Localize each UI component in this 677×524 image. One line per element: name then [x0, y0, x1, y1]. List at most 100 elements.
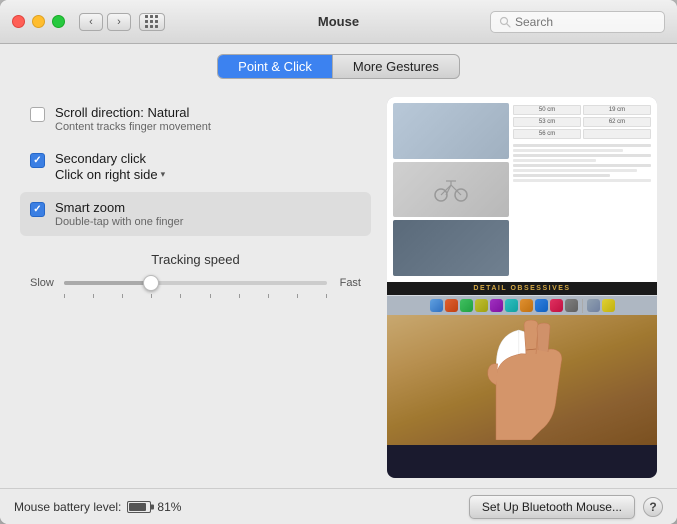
dock-separator — [582, 299, 583, 313]
website-body: 50 cm 19 cm 53 cm 62 cm 56 cm — [387, 97, 657, 282]
grid-view-button[interactable] — [139, 13, 165, 31]
search-icon — [499, 16, 511, 28]
web-text-line — [513, 164, 651, 167]
search-input[interactable] — [515, 15, 656, 29]
secondary-click-text: Secondary click Click on right side ▾ — [55, 151, 361, 182]
tick — [326, 294, 327, 298]
tick — [64, 294, 65, 298]
bike-icon — [431, 177, 471, 202]
tab-more-gestures[interactable]: More Gestures — [333, 55, 459, 78]
web-left-col — [393, 103, 509, 276]
slider-slow-label: Slow — [30, 277, 56, 289]
dock-icon-app9 — [565, 299, 578, 312]
maximize-button[interactable]: + — [52, 15, 65, 28]
smart-zoom-checkbox[interactable]: ✓ — [30, 202, 45, 217]
tick — [297, 294, 298, 298]
tick — [93, 294, 94, 298]
dock-icon-app6 — [520, 299, 533, 312]
detail-banner: DETAIL OBSESSIVES — [387, 282, 657, 295]
secondary-click-checkbox[interactable]: ✓ — [30, 153, 45, 168]
battery-label: Mouse battery level: — [14, 500, 121, 514]
tick — [180, 294, 181, 298]
dock-icon-app5 — [505, 299, 518, 312]
secondary-click-subtitle: Click on right side ▾ — [55, 167, 361, 182]
tracking-label: Tracking speed — [30, 252, 361, 267]
traffic-lights: ✕ − + — [12, 15, 65, 28]
tick — [210, 294, 211, 298]
dock-icon-app3 — [475, 299, 488, 312]
web-number-cell: 50 cm — [513, 105, 581, 115]
scroll-direction-title: Scroll direction: Natural — [55, 105, 361, 120]
status-bar: Mouse battery level: 81% Set Up Bluetoot… — [0, 488, 677, 524]
tabs-bar: Point & Click More Gestures — [0, 44, 677, 85]
slider-fast-label: Fast — [335, 277, 361, 289]
checkbox-checkmark: ✓ — [33, 155, 41, 166]
bluetooth-setup-button[interactable]: Set Up Bluetooth Mouse... — [469, 495, 635, 519]
smart-zoom-row: ✓ Smart zoom Double-tap with one finger — [20, 192, 371, 236]
back-button[interactable]: ‹ — [79, 13, 103, 31]
web-right-col: 50 cm 19 cm 53 cm 62 cm 56 cm — [513, 103, 651, 276]
secondary-click-row: ✓ Secondary click Click on right side ▾ — [20, 143, 371, 190]
chevron-down-icon: ▾ — [161, 169, 166, 180]
smart-zoom-subtitle: Double-tap with one finger — [55, 216, 361, 228]
dock-icon-app10 — [587, 299, 600, 312]
tick — [239, 294, 240, 298]
system-preferences-window: ✕ − + ‹ › Mouse Point & Click — [0, 0, 677, 524]
hand-svg — [466, 320, 606, 440]
secondary-click-dropdown[interactable]: Click on right side ▾ — [55, 167, 165, 182]
slider-ticks-row — [30, 291, 361, 298]
web-text-line — [513, 174, 610, 177]
web-image-2 — [393, 162, 509, 218]
left-panel: Scroll direction: Natural Content tracks… — [20, 97, 371, 478]
dock-bar — [387, 295, 657, 315]
smart-zoom-title: Smart zoom — [55, 200, 361, 215]
tracking-slider-thumb[interactable] — [143, 275, 159, 291]
web-text-line — [513, 149, 623, 152]
web-text-line — [513, 144, 651, 147]
checkbox-checkmark: ✓ — [33, 204, 41, 215]
battery-fill — [129, 503, 145, 511]
hand-illustration — [466, 320, 606, 445]
smart-zoom-text: Smart zoom Double-tap with one finger — [55, 200, 361, 228]
dock-icon-finder — [430, 299, 443, 312]
web-text-line — [513, 154, 651, 157]
close-button[interactable]: ✕ — [12, 15, 25, 28]
preview-bottom — [387, 315, 657, 445]
scroll-direction-row: Scroll direction: Natural Content tracks… — [20, 97, 371, 141]
search-box[interactable] — [490, 11, 665, 33]
web-number-cell: 62 cm — [583, 117, 651, 127]
grid-icon — [145, 15, 159, 29]
web-text-line — [513, 159, 596, 162]
web-number-cell: 56 cm — [513, 129, 581, 139]
dock-icon-app7 — [535, 299, 548, 312]
preview-panel: 50 cm 19 cm 53 cm 62 cm 56 cm — [387, 97, 657, 478]
secondary-click-title: Secondary click — [55, 151, 361, 166]
dock-icon-app1 — [445, 299, 458, 312]
minimize-button[interactable]: − — [32, 15, 45, 28]
website-mock: 50 cm 19 cm 53 cm 62 cm 56 cm — [387, 97, 657, 295]
battery-percent: 81% — [157, 500, 181, 514]
web-number-cell: 19 cm — [583, 105, 651, 115]
web-image-3 — [393, 220, 509, 276]
tab-point-click[interactable]: Point & Click — [218, 55, 333, 78]
titlebar: ✕ − + ‹ › Mouse — [0, 0, 677, 44]
web-numbers-grid: 50 cm 19 cm 53 cm 62 cm 56 cm — [513, 105, 651, 139]
battery-icon — [127, 501, 151, 513]
forward-button[interactable]: › — [107, 13, 131, 31]
dock-icon-app11 — [602, 299, 615, 312]
status-buttons: Set Up Bluetooth Mouse... ? — [469, 495, 663, 519]
window-title: Mouse — [318, 14, 359, 29]
tracking-slider-track — [64, 281, 327, 285]
main-content: Scroll direction: Natural Content tracks… — [0, 85, 677, 488]
battery-section: Mouse battery level: 81% — [14, 500, 181, 514]
tabs-wrapper: Point & Click More Gestures — [217, 54, 460, 79]
dock-icon-app4 — [490, 299, 503, 312]
slider-container: Slow Fast — [30, 277, 361, 289]
scroll-direction-subtitle: Content tracks finger movement — [55, 121, 361, 133]
web-text-line — [513, 169, 637, 172]
tick — [122, 294, 123, 298]
help-button[interactable]: ? — [643, 497, 663, 517]
web-text-line — [513, 179, 651, 182]
dock-icon-app8 — [550, 299, 563, 312]
scroll-direction-checkbox[interactable] — [30, 107, 45, 122]
